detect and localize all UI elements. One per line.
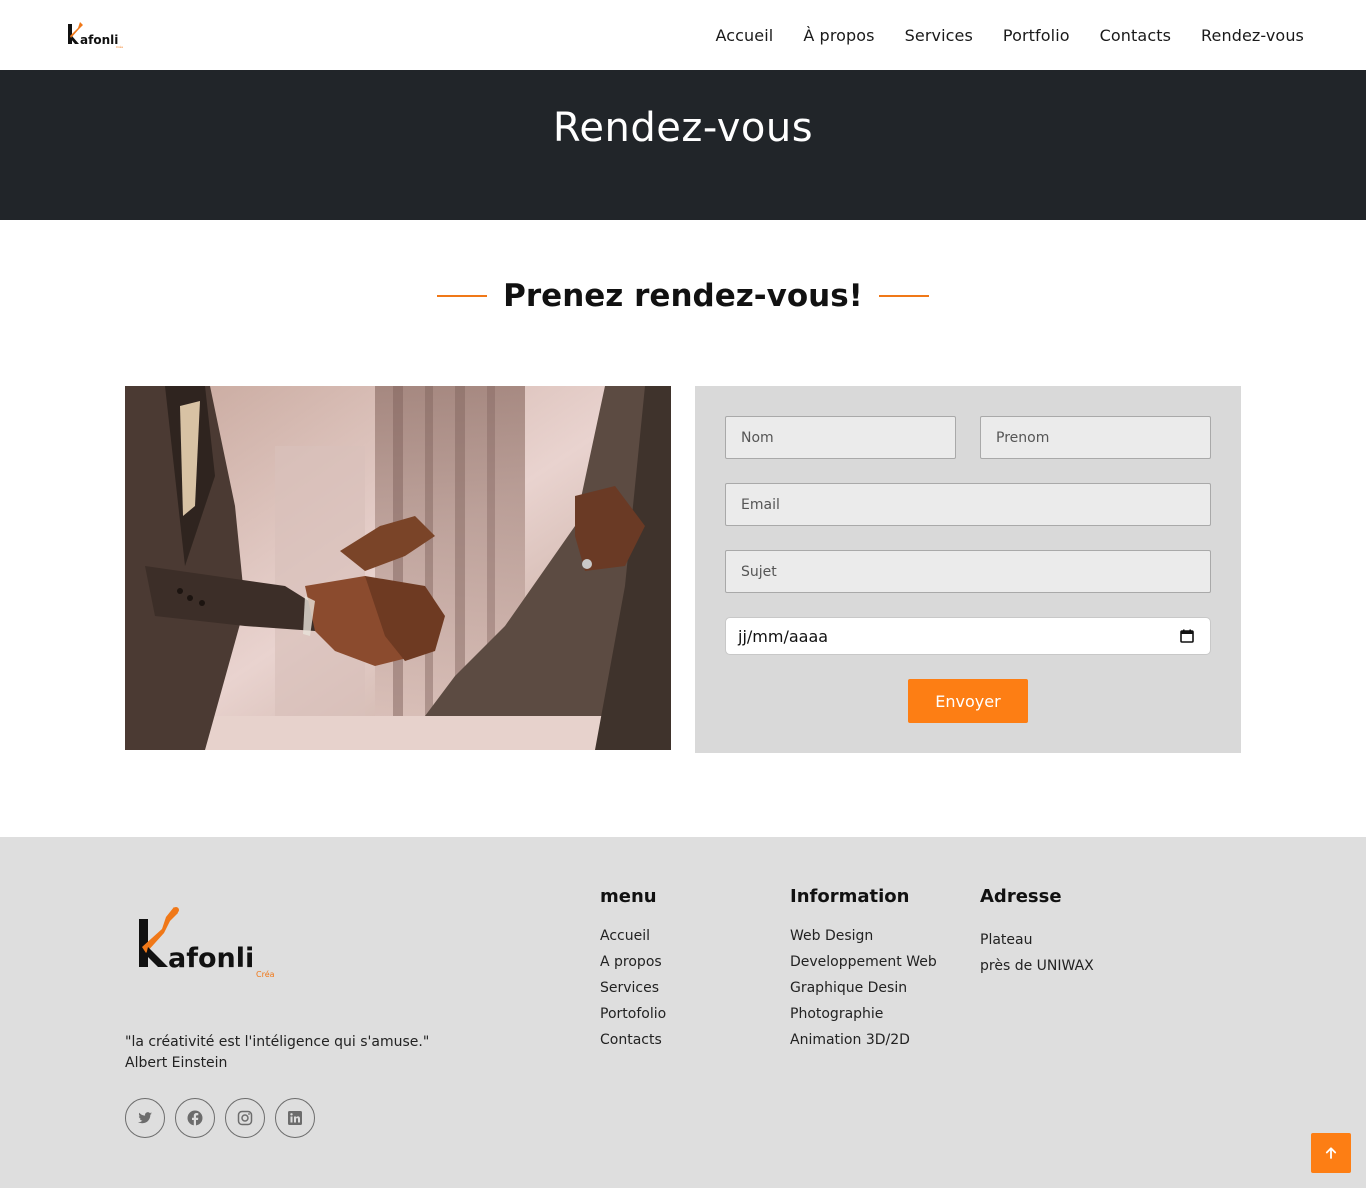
footer-information-column: Information Web Design Developpement Web… — [790, 886, 937, 1053]
footer-information-title: Information — [790, 886, 910, 907]
facebook-link[interactable] — [175, 1098, 215, 1138]
address-line-1: Plateau — [980, 932, 1033, 948]
instagram-link[interactable] — [225, 1098, 265, 1138]
email-placeholder: Email — [741, 496, 780, 513]
nav-contacts[interactable]: Contacts — [1100, 26, 1171, 45]
site-footer: afonli Créa "la créativité est l'intélig… — [0, 837, 1366, 1188]
footer-logo-wordmark: afonli — [168, 943, 254, 974]
address-line-2: près de UNIWAX — [980, 958, 1094, 974]
arrow-up-icon — [1325, 1147, 1337, 1159]
footer-info-graphique-design[interactable]: Graphique Desin — [790, 975, 937, 1001]
nom-input[interactable]: Nom — [725, 416, 956, 459]
section-heading: Prenez rendez-vous! — [0, 278, 1366, 314]
quote-author: Albert Einstein — [125, 1055, 228, 1071]
footer-adresse-column: Adresse Plateau près de UNIWAX — [980, 886, 1094, 979]
date-value: jj/mm/aaaa — [738, 626, 829, 646]
svg-text:Créa: Créa — [116, 45, 123, 49]
instagram-icon — [237, 1110, 253, 1126]
nav-a-propos[interactable]: À propos — [803, 26, 874, 45]
page-title: Rendez-vous — [552, 105, 814, 151]
nom-placeholder: Nom — [741, 429, 774, 446]
footer-menu-title: menu — [600, 886, 657, 907]
linkedin-icon — [288, 1111, 302, 1125]
footer-info-photographie[interactable]: Photographie — [790, 1001, 937, 1027]
kafonli-logo[interactable]: afonli Créa — [66, 16, 130, 50]
section-title: Prenez rendez-vous! — [503, 278, 863, 314]
prenom-placeholder: Prenom — [996, 429, 1050, 446]
footer-link-accueil[interactable]: Accueil — [600, 923, 666, 949]
sujet-placeholder: Sujet — [741, 563, 777, 580]
twitter-icon — [138, 1112, 152, 1124]
quote-text: "la créativité est l'intéligence qui s'a… — [125, 1034, 430, 1050]
svg-text:Créa: Créa — [256, 969, 275, 979]
footer-info-developpement-web[interactable]: Developpement Web — [790, 949, 937, 975]
email-input[interactable]: Email — [725, 483, 1211, 526]
footer-info-web-design[interactable]: Web Design — [790, 923, 937, 949]
footer-quote: "la créativité est l'intéligence qui s'a… — [125, 1032, 429, 1074]
footer-info-animation[interactable]: Animation 3D/2D — [790, 1027, 937, 1053]
back-to-top-button[interactable] — [1311, 1133, 1351, 1173]
nav-services[interactable]: Services — [905, 26, 973, 45]
nav-accueil[interactable]: Accueil — [715, 26, 773, 45]
logo-wordmark: afonli — [80, 33, 118, 47]
twitter-link[interactable] — [125, 1098, 165, 1138]
heading-line-right — [878, 295, 929, 297]
sujet-input[interactable]: Sujet — [725, 550, 1211, 593]
facebook-icon — [187, 1110, 203, 1126]
nav-portfolio[interactable]: Portfolio — [1003, 26, 1070, 45]
kafonli-logo-footer[interactable]: afonli Créa — [134, 903, 284, 983]
footer-adresse-title: Adresse — [980, 886, 1062, 907]
footer-link-services[interactable]: Services — [600, 975, 666, 1001]
calendar-icon[interactable] — [1180, 629, 1194, 643]
prenom-input[interactable]: Prenom — [980, 416, 1211, 459]
heading-line-left — [437, 295, 488, 297]
footer-link-portofolio[interactable]: Portofolio — [600, 1001, 666, 1027]
appointment-form: Nom Prenom Email Sujet jj/mm/aaaa Envoye… — [695, 386, 1241, 753]
handshake-photo — [125, 386, 671, 750]
footer-link-a-propos[interactable]: A propos — [600, 949, 666, 975]
envoyer-button[interactable]: Envoyer — [908, 679, 1028, 723]
main-nav: Accueil À propos Services Portfolio Cont… — [715, 0, 1304, 70]
site-header: afonli Créa Accueil À propos Services Po… — [0, 0, 1366, 70]
page-hero: Rendez-vous — [0, 70, 1366, 220]
linkedin-link[interactable] — [275, 1098, 315, 1138]
social-links — [125, 1098, 315, 1138]
nav-rendez-vous[interactable]: Rendez-vous — [1201, 26, 1304, 45]
date-input[interactable]: jj/mm/aaaa — [725, 617, 1211, 655]
footer-link-contacts[interactable]: Contacts — [600, 1027, 666, 1053]
footer-menu-column: menu Accueil A propos Services Portofoli… — [600, 886, 666, 1053]
